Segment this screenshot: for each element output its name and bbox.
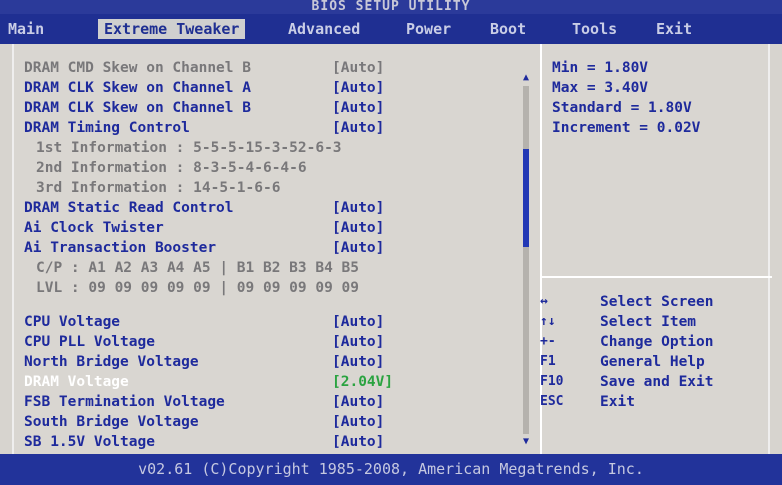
- key-esc: ESC: [540, 394, 564, 409]
- key-save-exit: Save and Exit: [600, 374, 714, 390]
- setting-label: 1st Information : 5-5-5-15-3-52-6-3: [36, 140, 342, 156]
- key-plus-minus: +-: [540, 334, 556, 349]
- setting-value[interactable]: [Auto]: [332, 198, 384, 218]
- key-arrows-lr-icon: ↔: [540, 294, 548, 309]
- setting-label: DRAM Timing Control: [24, 120, 190, 136]
- setting-value[interactable]: [Auto]: [332, 118, 384, 138]
- setting-value[interactable]: [Auto]: [332, 98, 384, 118]
- setting-value[interactable]: [2.04V]: [332, 372, 393, 392]
- scroll-track[interactable]: [523, 86, 529, 434]
- key-change-option: Change Option: [600, 334, 714, 350]
- setting-label: SB 1.5V Voltage: [24, 434, 155, 450]
- help-increment: Increment = 0.02V: [552, 120, 701, 136]
- setting-value[interactable]: [Auto]: [332, 352, 384, 372]
- setting-label: DRAM Static Read Control: [24, 200, 234, 216]
- setting-label: 2nd Information : 8-3-5-4-6-4-6: [36, 160, 307, 176]
- setting-value[interactable]: [Auto]: [332, 58, 384, 78]
- setting-label: LVL : 09 09 09 09 09 | 09 09 09 09 09: [36, 280, 360, 296]
- scroll-up-arrow-icon[interactable]: ▲: [520, 72, 532, 84]
- setting-label: CPU PLL Voltage: [24, 334, 155, 350]
- setting-value[interactable]: [Auto]: [332, 238, 384, 258]
- setting-value[interactable]: [Auto]: [332, 432, 384, 452]
- setting-value[interactable]: [Auto]: [332, 412, 384, 432]
- bios-title: BIOS SETUP UTILITY: [0, 0, 782, 14]
- setting-label: DRAM Voltage: [24, 374, 129, 390]
- menu-exit[interactable]: Exit: [650, 19, 698, 39]
- bios-screen: BIOS SETUP UTILITY Main Extreme Tweaker …: [0, 0, 782, 485]
- key-f10: F10: [540, 374, 564, 389]
- setting-label: FSB Termination Voltage: [24, 394, 225, 410]
- settings-panel: DRAM CMD Skew on Channel B [Auto] DRAM CLK…: [12, 44, 772, 454]
- menu-advanced[interactable]: Advanced: [282, 19, 366, 39]
- help-max: Max = 3.40V: [552, 80, 649, 96]
- setting-label: DRAM CLK Skew on Channel B: [24, 100, 251, 116]
- scroll-thumb[interactable]: [523, 148, 529, 247]
- setting-label: Ai Clock Twister: [24, 220, 164, 236]
- setting-label: CPU Voltage: [24, 314, 121, 330]
- key-select-screen: Select Screen: [600, 294, 714, 310]
- menu-main[interactable]: Main: [2, 19, 50, 39]
- copyright-footer: v02.61 (C)Copyright 1985-2008, American …: [0, 454, 782, 485]
- menu-bar: Main Extreme Tweaker Advanced Power Boot…: [0, 14, 782, 44]
- help-min: Min = 1.80V: [552, 60, 649, 76]
- setting-label: South Bridge Voltage: [24, 414, 199, 430]
- scroll-down-arrow-icon[interactable]: ▼: [520, 436, 532, 448]
- setting-label: North Bridge Voltage: [24, 354, 199, 370]
- setting-value[interactable]: [Auto]: [332, 392, 384, 412]
- key-exit: Exit: [600, 394, 635, 410]
- setting-value[interactable]: [Auto]: [332, 312, 384, 332]
- setting-label: DRAM CMD Skew on Channel B: [24, 60, 251, 76]
- setting-label: DRAM CLK Skew on Channel A: [24, 80, 251, 96]
- key-arrows-ud-icon: ↑↓: [540, 314, 556, 329]
- key-select-item: Select Item: [600, 314, 697, 330]
- setting-value[interactable]: [Auto]: [332, 78, 384, 98]
- setting-label: C/P : A1 A2 A3 A4 A5 | B1 B2 B3 B4 B5: [36, 260, 360, 276]
- setting-value[interactable]: [Auto]: [332, 218, 384, 238]
- menu-tools[interactable]: Tools: [566, 19, 623, 39]
- scrollbar[interactable]: ▲ ▼: [520, 72, 532, 452]
- menu-boot[interactable]: Boot: [484, 19, 532, 39]
- setting-label: Ai Transaction Booster: [24, 240, 217, 256]
- help-separator: [542, 276, 772, 278]
- menu-extreme-tweaker[interactable]: Extreme Tweaker: [98, 19, 246, 39]
- help-standard: Standard = 1.80V: [552, 100, 692, 116]
- setting-value[interactable]: [Auto]: [332, 332, 384, 352]
- key-general-help: General Help: [600, 354, 705, 370]
- key-f1: F1: [540, 354, 556, 369]
- menu-power[interactable]: Power: [400, 19, 457, 39]
- setting-label: 3rd Information : 14-5-1-6-6: [36, 180, 281, 196]
